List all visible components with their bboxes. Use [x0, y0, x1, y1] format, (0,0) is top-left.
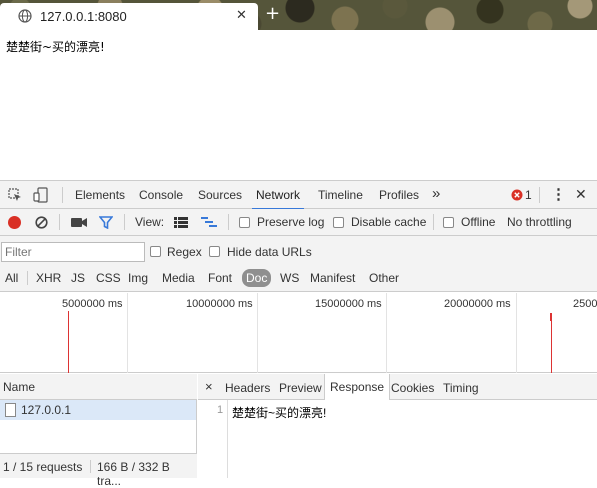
detail-tab-bar: × Headers Preview Response Cookies Timin…	[198, 374, 597, 400]
type-filter-xhr[interactable]: XHR	[36, 271, 61, 285]
network-toolbar: View: Preserve log Disable cache Offline…	[0, 209, 597, 236]
tab-elements[interactable]: Elements	[75, 188, 125, 202]
more-tabs-icon[interactable]: »	[432, 185, 440, 202]
regex-checkbox[interactable]	[150, 246, 161, 257]
offline-label: Offline	[461, 215, 496, 229]
line-gutter: 1	[198, 400, 228, 478]
large-rows-icon[interactable]	[174, 217, 188, 228]
throttling-select[interactable]: No throttling	[507, 215, 572, 229]
filter-input[interactable]	[1, 242, 145, 262]
tab-timeline[interactable]: Timeline	[318, 188, 363, 202]
devtools-panel: Elements Console Sources Network Timelin…	[0, 180, 597, 488]
type-filter-doc[interactable]: Doc	[242, 269, 272, 287]
disable-cache-label: Disable cache	[351, 215, 427, 229]
transfer-size: 166 B / 332 B tra...	[97, 460, 170, 488]
tab-profiles[interactable]: Profiles	[379, 188, 419, 202]
tab-preview[interactable]: Preview	[279, 381, 322, 395]
tab-response[interactable]: Response	[324, 374, 391, 400]
type-filter-font[interactable]: Font	[208, 271, 232, 285]
record-icon[interactable]	[8, 216, 21, 229]
close-tab-icon[interactable]: ✕	[236, 8, 247, 23]
divider	[228, 214, 229, 230]
name-column-header[interactable]: Name	[3, 380, 35, 394]
page-body-text: 楚楚街~买的漂亮!	[6, 40, 105, 54]
timeline-overview[interactable]: 5000000 ms 10000000 ms 15000000 ms 20000…	[0, 293, 597, 373]
timeline-tick-label: 10000000 ms	[186, 298, 253, 310]
timeline-gridline	[516, 293, 517, 373]
device-mode-icon[interactable]	[33, 187, 49, 203]
browser-tab[interactable]: 127.0.0.1:8080 ✕	[0, 3, 258, 30]
tab-headers[interactable]: Headers	[225, 381, 270, 395]
request-name: 127.0.0.1	[21, 403, 72, 417]
tab-title: 127.0.0.1:8080	[40, 9, 127, 24]
preserve-log-checkbox[interactable]	[239, 217, 250, 228]
divider	[59, 214, 60, 230]
type-filter-js[interactable]: JS	[71, 271, 85, 285]
divider	[539, 187, 540, 203]
type-filter-css[interactable]: CSS	[96, 271, 121, 285]
requests-status-bar: 1 / 15 requests 166 B / 332 B tra...	[0, 453, 197, 488]
document-icon	[5, 403, 16, 417]
error-count[interactable]: 1	[525, 188, 532, 202]
divider	[90, 460, 91, 473]
request-count: 1 / 15 requests	[3, 460, 83, 474]
divider	[62, 187, 63, 203]
line-number: 1	[217, 404, 224, 416]
view-label: View:	[135, 215, 165, 229]
clear-icon[interactable]	[35, 216, 48, 229]
timeline-tick-label: 2500	[573, 298, 597, 310]
preserve-log-label: Preserve log	[257, 215, 325, 229]
request-bar	[550, 313, 552, 321]
regex-label: Regex	[167, 245, 202, 259]
timeline-gridline	[127, 293, 128, 373]
hide-data-urls-checkbox[interactable]	[209, 246, 220, 257]
requests-header: Name	[0, 374, 197, 400]
timeline-gridline	[257, 293, 258, 373]
type-filter-ws[interactable]: WS	[280, 271, 299, 285]
requests-panel: Name 127.0.0.1 1 / 15 requests 166 B / 3…	[0, 374, 197, 488]
type-filter-other[interactable]: Other	[369, 271, 399, 285]
globe-icon	[18, 9, 32, 23]
tab-strip: 127.0.0.1:8080 ✕ +	[0, 0, 597, 30]
divider	[124, 214, 125, 230]
disable-cache-checkbox[interactable]	[333, 217, 344, 228]
timeline-tick-label: 15000000 ms	[315, 298, 382, 310]
timeline-tick-label: 20000000 ms	[444, 298, 511, 310]
hide-data-urls-label: Hide data URLs	[227, 245, 312, 259]
response-body: 楚楚街~买的漂亮!	[232, 406, 327, 420]
load-event-marker	[68, 311, 69, 373]
waterfall-icon[interactable]	[201, 217, 217, 228]
tab-sources[interactable]: Sources	[198, 188, 242, 202]
error-icon[interactable]	[511, 189, 523, 201]
close-detail-icon[interactable]: ×	[205, 379, 213, 394]
inspect-element-icon[interactable]	[8, 188, 22, 202]
tab-network[interactable]: Network	[251, 188, 305, 210]
kebab-menu-icon[interactable]: ⋮	[551, 185, 566, 203]
type-filter-img[interactable]: Img	[128, 271, 148, 285]
type-filter-manifest[interactable]: Manifest	[310, 271, 355, 285]
new-tab-icon[interactable]: +	[265, 5, 280, 23]
dom-content-loaded-marker	[551, 313, 552, 373]
devtools-main-toolbar: Elements Console Sources Network Timelin…	[0, 181, 597, 210]
divider	[433, 214, 434, 230]
request-detail-panel: × Headers Preview Response Cookies Timin…	[198, 374, 597, 478]
timeline-tick-label: 5000000 ms	[62, 298, 123, 310]
table-row[interactable]: 127.0.0.1	[0, 400, 196, 420]
close-devtools-icon[interactable]: ✕	[575, 186, 587, 203]
tab-console[interactable]: Console	[139, 188, 183, 202]
type-filter-media[interactable]: Media	[162, 271, 195, 285]
filter-icon[interactable]	[99, 216, 113, 229]
divider	[27, 271, 28, 285]
type-filter-all[interactable]: All	[5, 271, 18, 285]
offline-checkbox[interactable]	[443, 217, 454, 228]
timeline-gridline	[386, 293, 387, 373]
camera-icon[interactable]	[71, 217, 87, 228]
tab-cookies[interactable]: Cookies	[391, 381, 434, 395]
tab-timing[interactable]: Timing	[443, 381, 479, 395]
